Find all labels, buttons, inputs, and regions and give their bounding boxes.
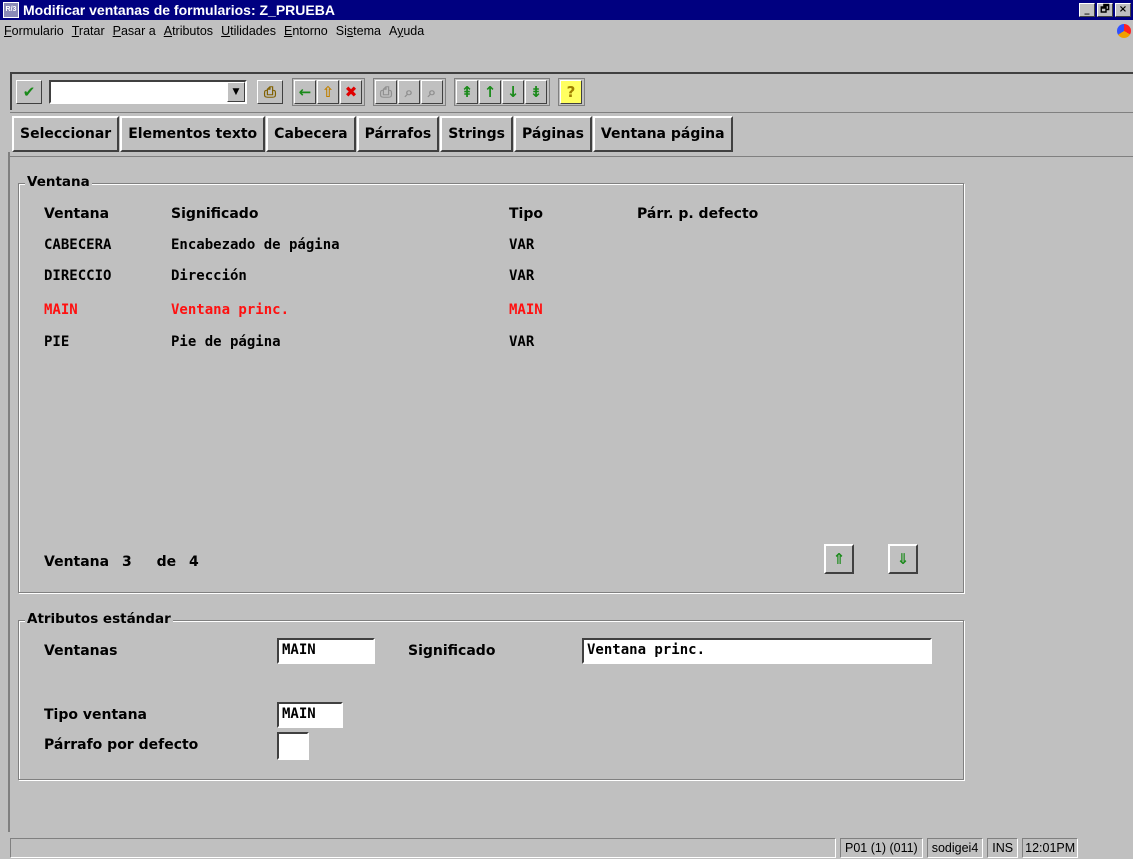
status-time: 12:01PM [1022, 837, 1079, 858]
menu-tratar[interactable]: Tratar [72, 24, 105, 38]
scroll-down-page-icon[interactable]: ⇓ [888, 544, 918, 574]
entry-counter: Ventana 3 de 4 [44, 554, 199, 570]
column-header-tipo: Tipo [509, 206, 543, 222]
row-significado: Dirección [171, 268, 247, 284]
column-header-ventana: Ventana [44, 206, 110, 222]
parrafo-defecto-label: Párrafo por defecto [44, 737, 199, 753]
menu-ayuda[interactable]: Ayuda [389, 24, 424, 38]
content-divider [10, 156, 1133, 157]
row-ventana: PIE [44, 334, 70, 350]
seleccionar-button[interactable]: Seleccionar [12, 116, 120, 152]
significado-field[interactable]: Ventana princ. [582, 638, 932, 664]
ventana-group: Ventana Ventana Significado Tipo Párr. p… [18, 174, 964, 593]
atributos-group-title: Atributos estándar [25, 611, 173, 627]
column-header-parr-defecto: Párr. p. defecto [637, 206, 759, 222]
menu-bar: Formulario Tratar Pasar a Atributos Util… [0, 20, 1133, 42]
ventanas-label: Ventanas [44, 643, 118, 659]
menu-pasar-a[interactable]: Pasar a [113, 24, 156, 38]
exit-up-arrow-icon[interactable]: ⇧ [317, 80, 339, 104]
row-significado: Ventana princ. [171, 302, 290, 318]
minimize-button[interactable]: _ [1079, 3, 1095, 17]
help-icon[interactable]: ? [560, 80, 582, 104]
tipo-ventana-field[interactable]: MAIN [277, 702, 343, 728]
counter-current: 3 [121, 554, 132, 570]
cancel-x-icon[interactable]: ✖ [340, 80, 362, 104]
row-tipo: MAIN [509, 302, 543, 318]
paginas-button[interactable]: Páginas [514, 116, 592, 152]
parrafos-button[interactable]: Párrafos [356, 116, 440, 152]
next-page-icon[interactable]: ↓ [502, 80, 524, 104]
toolbar-divider [10, 112, 1133, 113]
tipo-ventana-label: Tipo ventana [44, 707, 148, 723]
row-tipo: VAR [509, 334, 535, 350]
row-tipo: VAR [509, 268, 535, 284]
sap-app-icon[interactable]: R/3 [3, 2, 19, 18]
application-toolbar: Seleccionar Elementos texto Cabecera Pár… [10, 116, 734, 152]
close-button[interactable]: × [1115, 3, 1131, 17]
menu-atributos[interactable]: Atributos [164, 24, 213, 38]
row-significado: Pie de página [171, 334, 281, 350]
status-message [10, 837, 836, 858]
ventanas-field[interactable]: MAIN [277, 638, 375, 664]
sap-logo-icon [1117, 24, 1131, 38]
row-ventana: CABECERA [44, 237, 112, 253]
menu-sistema[interactable]: Sistema [336, 24, 381, 38]
menu-utilidades[interactable]: Utilidades [221, 24, 276, 38]
page-nav-group: ⇞ ↑ ↓ ⇟ [454, 78, 550, 106]
status-bar: P01 (1) (011) sodigei4 INS 12:01PM [10, 836, 1133, 859]
previous-page-icon[interactable]: ↑ [479, 80, 501, 104]
status-server: sodigei4 [926, 837, 984, 858]
find-icon: ⌕ [398, 80, 420, 104]
print-icon: ⎙ [375, 80, 397, 104]
strings-button[interactable]: Strings [440, 116, 514, 152]
maximize-button[interactable]: 🗗 [1097, 3, 1113, 17]
elementos-texto-button[interactable]: Elementos texto [120, 116, 266, 152]
menu-formulario[interactable]: Formulario [4, 24, 64, 38]
find-next-icon: ⌕ [421, 80, 443, 104]
scroll-up-page-icon[interactable]: ⇑ [824, 544, 854, 574]
command-field[interactable]: ▼ [49, 80, 247, 104]
counter-label: Ventana [44, 554, 110, 570]
status-mode: INS [987, 837, 1019, 858]
command-dropdown-icon[interactable]: ▼ [227, 82, 245, 102]
row-significado: Encabezado de página [171, 237, 340, 253]
content-left-edge [8, 152, 10, 832]
significado-label: Significado [408, 643, 496, 659]
counter-total: 4 [189, 554, 199, 570]
row-ventana: DIRECCIO [44, 268, 112, 284]
ventana-pagina-button[interactable]: Ventana página [592, 116, 733, 152]
last-page-icon[interactable]: ⇟ [525, 80, 547, 104]
nav-group: ← ⇧ ✖ [292, 78, 365, 106]
status-system: P01 (1) (011) [840, 837, 923, 858]
ventana-group-title: Ventana [25, 174, 92, 190]
row-tipo: VAR [509, 237, 535, 253]
enter-check-icon[interactable]: ✔ [16, 80, 42, 104]
counter-of: de [156, 554, 177, 570]
first-page-icon[interactable]: ⇞ [456, 80, 478, 104]
atributos-estandar-group: Atributos estándar Ventanas MAIN Signifi… [18, 611, 964, 780]
cabecera-button[interactable]: Cabecera [266, 116, 356, 152]
window-title: Modificar ventanas de formularios: Z_PRU… [23, 2, 335, 18]
help-group: ? [558, 78, 585, 106]
column-header-significado: Significado [171, 206, 259, 222]
print-find-group: ⎙ ⌕ ⌕ [373, 78, 446, 106]
save-icon[interactable]: ⎙ [257, 80, 283, 104]
row-ventana: MAIN [44, 302, 78, 318]
title-bar: R/3 Modificar ventanas de formularios: Z… [0, 0, 1133, 20]
menu-entorno[interactable]: Entorno [284, 24, 328, 38]
back-arrow-icon[interactable]: ← [294, 80, 316, 104]
standard-toolbar: ✔ ▼ ⎙ ← ⇧ ✖ ⎙ ⌕ ⌕ ⇞ ↑ ↓ ⇟ ? [10, 72, 1133, 110]
parrafo-defecto-field[interactable] [277, 732, 309, 760]
